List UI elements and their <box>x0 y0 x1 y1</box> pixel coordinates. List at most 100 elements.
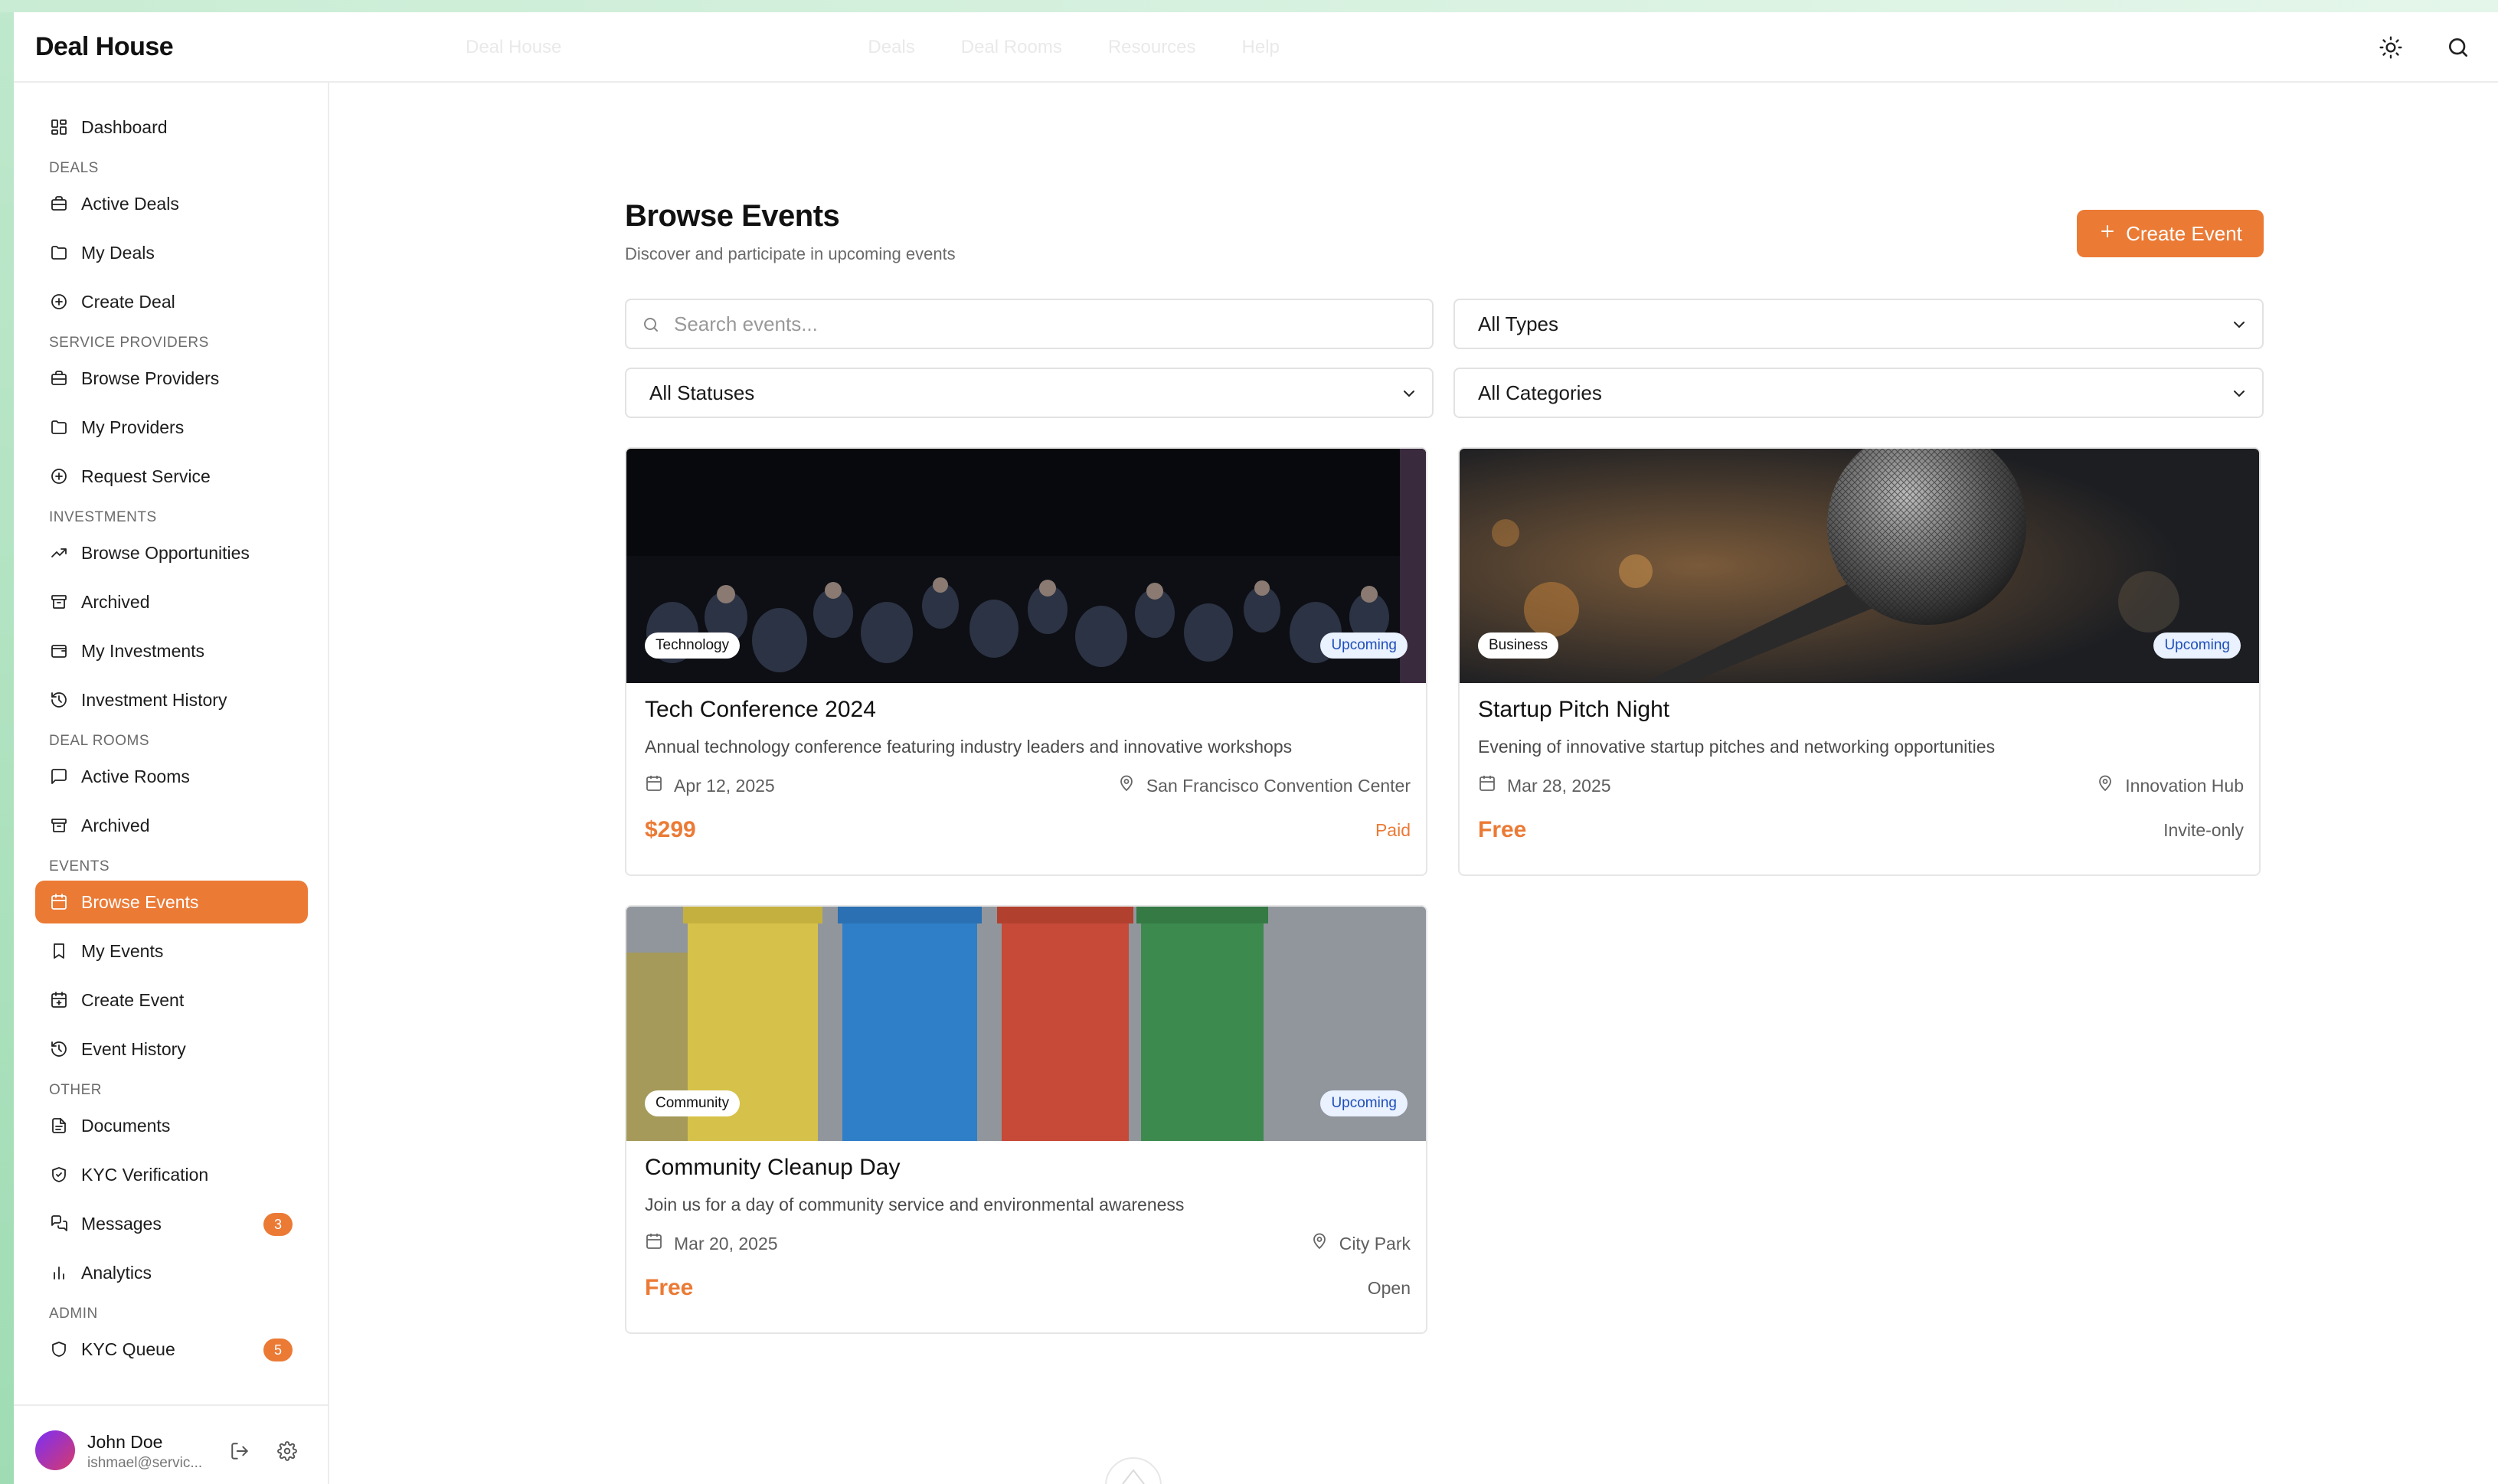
event-card[interactable]: Community Upcoming Community Cleanup Day… <box>625 905 1427 1334</box>
sidebar-item-browse-opportunities[interactable]: Browse Opportunities <box>35 531 308 574</box>
main-content: Browse Events Discover and participate i… <box>625 199 2264 1334</box>
sidebar-item-kyc-queue[interactable]: KYC Queue 5 <box>35 1328 308 1371</box>
event-date: Mar 20, 2025 <box>645 1232 778 1255</box>
sidebar-item-analytics[interactable]: Analytics <box>35 1251 308 1294</box>
footer-logo-icon <box>1103 1455 1164 1484</box>
create-event-button[interactable]: Create Event <box>2077 210 2264 257</box>
event-location-text: San Francisco Convention Center <box>1146 775 1411 796</box>
message-square-icon <box>49 767 69 786</box>
shield-check-icon <box>49 1165 69 1185</box>
sidebar-item-archived[interactable]: Archived <box>35 804 308 847</box>
page-title: Browse Events <box>625 199 840 233</box>
category-select[interactable]: All Categories <box>1453 368 2264 418</box>
type-select[interactable]: All Types <box>1453 299 2264 349</box>
search-input[interactable]: Search events... <box>625 299 1434 349</box>
sidebar-section-label: SERVICE PROVIDERS <box>49 335 209 351</box>
event-description: Join us for a day of community service a… <box>645 1195 1185 1214</box>
sidebar-item-browse-providers[interactable]: Browse Providers <box>35 357 308 400</box>
briefcase-icon <box>49 194 69 214</box>
sidebar-item-label: Analytics <box>81 1262 152 1283</box>
count-badge: 5 <box>263 1339 293 1361</box>
event-access: Invite-only <box>2163 820 2244 840</box>
user-name: John Doe <box>87 1432 163 1452</box>
search-button[interactable] <box>2440 29 2477 66</box>
page-subtitle: Discover and participate in upcoming eve… <box>625 244 956 263</box>
map-pin-icon <box>1117 774 1136 797</box>
sidebar-item-label: My Providers <box>81 417 185 437</box>
sidebar-item-archived[interactable]: Archived <box>35 580 308 623</box>
status-badge: Upcoming <box>1320 1090 1408 1116</box>
event-footer: Free Invite-only <box>1478 817 2244 848</box>
user-email: ishmael@servic... <box>87 1455 203 1471</box>
brand-logo[interactable]: Deal House <box>35 32 174 62</box>
event-card-body: Community Cleanup Day Join us for a day … <box>645 1155 1411 1306</box>
sidebar-item-active-deals[interactable]: Active Deals <box>35 182 308 225</box>
ghost-nav-item: Help <box>1241 37 1280 57</box>
sidebar-item-label: My Events <box>81 940 164 961</box>
sidebar-item-label: Browse Opportunities <box>81 542 250 563</box>
sidebar-section-label: OTHER <box>49 1082 102 1098</box>
sidebar-item-label: Messages <box>81 1213 162 1234</box>
plus-icon <box>2098 222 2117 246</box>
sidebar-item-label: Dashboard <box>81 116 168 137</box>
sidebar-item-my-events[interactable]: My Events <box>35 930 308 972</box>
search-icon <box>642 315 660 339</box>
event-title: Startup Pitch Night <box>1478 697 1670 722</box>
grid-icon <box>49 117 69 137</box>
sidebar-item-label: Documents <box>81 1115 171 1136</box>
theme-toggle-button[interactable] <box>2372 29 2409 66</box>
event-date: Mar 28, 2025 <box>1478 774 1611 797</box>
sidebar-section-label: ADMIN <box>49 1306 98 1322</box>
sidebar-nav: Dashboard DEALS Active Deals My Deals Creat… <box>35 106 308 1377</box>
sidebar-item-label: Archived <box>81 591 150 612</box>
sidebar-item-dashboard[interactable]: Dashboard <box>35 106 308 149</box>
event-footer: Free Open <box>645 1275 1411 1306</box>
left-accent-strip <box>0 0 14 1484</box>
folder-icon <box>49 417 69 437</box>
calendar-icon <box>49 892 69 912</box>
plus-circle-icon <box>49 292 69 312</box>
logout-button[interactable] <box>230 1441 250 1465</box>
sidebar-item-browse-events[interactable]: Browse Events <box>35 881 308 923</box>
archive-icon <box>49 592 69 612</box>
sidebar-section-label: INVESTMENTS <box>49 509 157 525</box>
event-date-text: Apr 12, 2025 <box>674 775 775 796</box>
folder-icon <box>49 243 69 263</box>
sidebar-item-kyc-verification[interactable]: KYC Verification <box>35 1153 308 1196</box>
event-card-body: Tech Conference 2024 Annual technology c… <box>645 697 1411 848</box>
ghost-nav-item: Deals <box>868 37 915 57</box>
event-description: Annual technology conference featuring i… <box>645 737 1293 757</box>
sidebar-item-my-deals[interactable]: My Deals <box>35 231 308 274</box>
event-meta: Apr 12, 2025 San Francisco Convention Ce… <box>645 774 1411 799</box>
history-icon <box>49 1039 69 1059</box>
settings-button[interactable] <box>277 1441 297 1465</box>
event-date: Apr 12, 2025 <box>645 774 775 797</box>
briefcase-icon <box>49 368 69 388</box>
trending-up-icon <box>49 543 69 563</box>
sidebar-item-documents[interactable]: Documents <box>35 1104 308 1147</box>
sidebar-item-request-service[interactable]: Request Service <box>35 455 308 498</box>
status-badge: Upcoming <box>2153 632 2241 659</box>
avatar[interactable] <box>35 1430 75 1470</box>
sidebar-item-label: Active Rooms <box>81 766 190 786</box>
sidebar-item-investment-history[interactable]: Investment History <box>35 678 308 721</box>
sidebar-item-my-providers[interactable]: My Providers <box>35 406 308 449</box>
event-title: Community Cleanup Day <box>645 1155 901 1180</box>
event-card[interactable]: Business Upcoming Startup Pitch Night Ev… <box>1458 447 2261 876</box>
sidebar-item-create-deal[interactable]: Create Deal <box>35 280 308 323</box>
sidebar-item-create-event[interactable]: Create Event <box>35 979 308 1021</box>
status-select[interactable]: All Statuses <box>625 368 1434 418</box>
sidebar-item-label: Create Event <box>81 989 185 1010</box>
chevron-down-icon <box>2230 384 2248 408</box>
gear-icon <box>277 1441 297 1461</box>
sidebar-item-my-investments[interactable]: My Investments <box>35 629 308 672</box>
bar-chart-icon <box>49 1263 69 1283</box>
sidebar-section-label: DEALS <box>49 160 99 176</box>
chevron-down-icon <box>1400 384 1418 408</box>
archive-icon <box>49 816 69 835</box>
event-card[interactable]: Technology Upcoming Tech Conference 2024… <box>625 447 1427 876</box>
sidebar-item-messages[interactable]: Messages 3 <box>35 1202 308 1245</box>
sidebar-item-event-history[interactable]: Event History <box>35 1028 308 1071</box>
sidebar-item-label: KYC Queue <box>81 1339 175 1359</box>
sidebar-item-active-rooms[interactable]: Active Rooms <box>35 755 308 798</box>
